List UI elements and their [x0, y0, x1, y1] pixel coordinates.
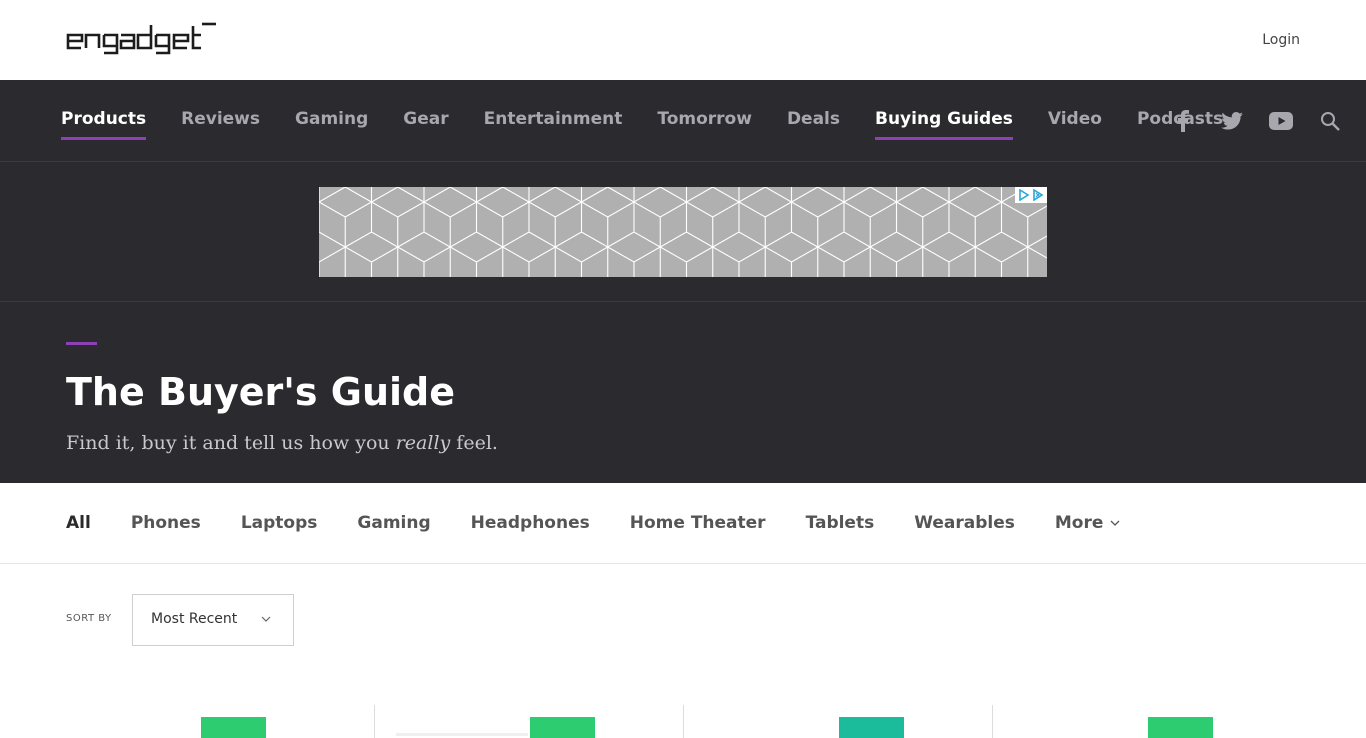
score-badge	[530, 717, 595, 738]
sort-label: SORT BY	[66, 613, 112, 624]
page-subtitle: Find it, buy it and tell us how you real…	[66, 432, 498, 454]
tab-all[interactable]: All	[66, 513, 91, 533]
subtitle-text-end: feel.	[450, 432, 498, 454]
sort-selected-value: Most Recent	[151, 611, 238, 627]
subtitle-text: Find it, buy it and tell us how you	[66, 432, 396, 454]
category-tabs: All Phones Laptops Gaming Headphones Hom…	[0, 483, 1366, 564]
nav-item-gaming[interactable]: Gaming	[295, 80, 368, 161]
hero-section: The Buyer's Guide Find it, buy it and te…	[0, 302, 1366, 483]
ad-pattern	[319, 187, 1047, 277]
tab-tablets[interactable]: Tablets	[806, 513, 875, 533]
product-card-row	[66, 705, 1303, 738]
nav-item-gear[interactable]: Gear	[403, 80, 448, 161]
score-badge	[201, 717, 266, 738]
nav-items: Products Reviews Gaming Gear Entertainme…	[61, 80, 1258, 161]
nav-item-tomorrow[interactable]: Tomorrow	[657, 80, 752, 161]
tab-home-theater[interactable]: Home Theater	[630, 513, 766, 533]
ad-band	[0, 161, 1366, 302]
twitter-icon[interactable]	[1220, 109, 1244, 133]
nav-item-deals[interactable]: Deals	[787, 80, 840, 161]
adchoices-icon[interactable]	[1015, 187, 1047, 203]
tab-more[interactable]: More	[1055, 513, 1121, 533]
tab-gaming[interactable]: Gaming	[357, 513, 430, 533]
page-title: The Buyer's Guide	[66, 370, 455, 414]
social-icons	[1146, 80, 1342, 161]
nav-item-video[interactable]: Video	[1048, 80, 1102, 161]
top-header: Login	[0, 0, 1366, 80]
tab-wearables[interactable]: Wearables	[914, 513, 1015, 533]
nav-item-buying-guides[interactable]: Buying Guides	[875, 80, 1013, 161]
engadget-logo-mark	[66, 22, 216, 55]
nav-item-reviews[interactable]: Reviews	[181, 80, 260, 161]
score-badge	[839, 717, 904, 738]
facebook-icon[interactable]	[1171, 109, 1195, 133]
product-card[interactable]	[993, 705, 1302, 738]
category-items: All Phones Laptops Gaming Headphones Hom…	[66, 483, 1160, 563]
nav-item-products[interactable]: Products	[61, 80, 147, 161]
tab-phones[interactable]: Phones	[131, 513, 201, 533]
tab-laptops[interactable]: Laptops	[241, 513, 318, 533]
tab-headphones[interactable]: Headphones	[471, 513, 590, 533]
engadget-logo[interactable]	[66, 22, 218, 58]
nav-item-entertainment[interactable]: Entertainment	[484, 80, 623, 161]
advertisement-banner[interactable]	[319, 187, 1047, 277]
product-card[interactable]	[66, 705, 375, 738]
hero-accent-bar	[66, 342, 97, 345]
subtitle-emphasis: really	[395, 432, 451, 454]
primary-nav: Products Reviews Gaming Gear Entertainme…	[0, 80, 1366, 161]
login-link[interactable]: Login	[1262, 32, 1300, 48]
sort-select[interactable]: Most Recent	[132, 594, 294, 646]
chevron-down-icon	[1110, 520, 1120, 526]
product-card[interactable]	[684, 705, 993, 738]
card-image-edge	[396, 733, 528, 736]
search-icon[interactable]	[1318, 109, 1342, 133]
chevron-down-icon	[261, 616, 271, 622]
tab-more-label: More	[1054, 513, 1104, 533]
score-badge	[1148, 717, 1213, 738]
youtube-icon[interactable]	[1269, 109, 1293, 133]
ad-pattern-lines	[319, 187, 1047, 277]
